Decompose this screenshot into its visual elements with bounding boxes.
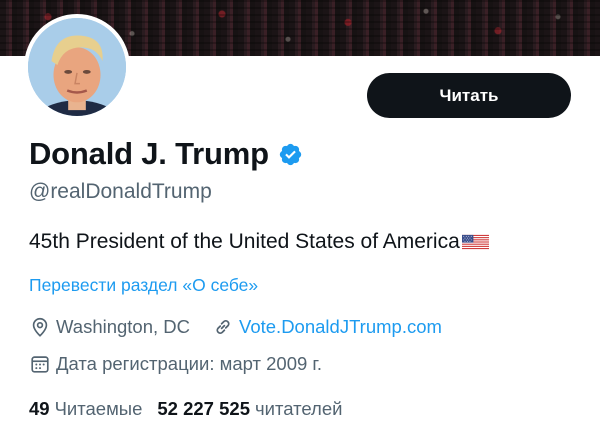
bio-text: 45th President of the United States of A… bbox=[29, 230, 460, 253]
profile-handle: @realDonaldTrump bbox=[29, 180, 212, 203]
display-name: Donald J. Trump bbox=[29, 136, 269, 171]
avatar-image bbox=[28, 18, 126, 116]
joined-date-text: Дата регистрации: март 2009 г. bbox=[56, 353, 323, 374]
location-text: Washington, DC bbox=[56, 316, 191, 337]
followers-count[interactable]: 52 227 525 bbox=[157, 397, 250, 421]
calendar-icon bbox=[31, 356, 49, 373]
follow-button[interactable]: Читать bbox=[367, 73, 571, 118]
translate-bio-link[interactable]: Перевести раздел «О себе» bbox=[29, 274, 258, 296]
display-name-row: Donald J. Trump bbox=[29, 136, 303, 172]
verified-badge-icon[interactable] bbox=[278, 142, 303, 167]
location-pin-icon bbox=[32, 317, 48, 337]
follow-stats: 49 Читаемые 52 227 525 читателей bbox=[29, 397, 342, 421]
avatar[interactable] bbox=[24, 14, 130, 120]
profile-bio: 45th President of the United States of A… bbox=[29, 229, 489, 255]
followers-label[interactable]: читателей bbox=[255, 397, 342, 421]
profile-meta: Washington, DC Vote.DonaldJTrump.com bbox=[29, 315, 442, 339]
following-count[interactable]: 49 bbox=[29, 397, 50, 421]
link-icon bbox=[216, 320, 230, 334]
website-link[interactable]: Vote.DonaldJTrump.com bbox=[239, 315, 442, 339]
following-label[interactable]: Читаемые bbox=[55, 397, 143, 421]
joined-date-row: Дата регистрации: март 2009 г. bbox=[29, 352, 322, 376]
us-flag-emoji bbox=[461, 234, 489, 250]
